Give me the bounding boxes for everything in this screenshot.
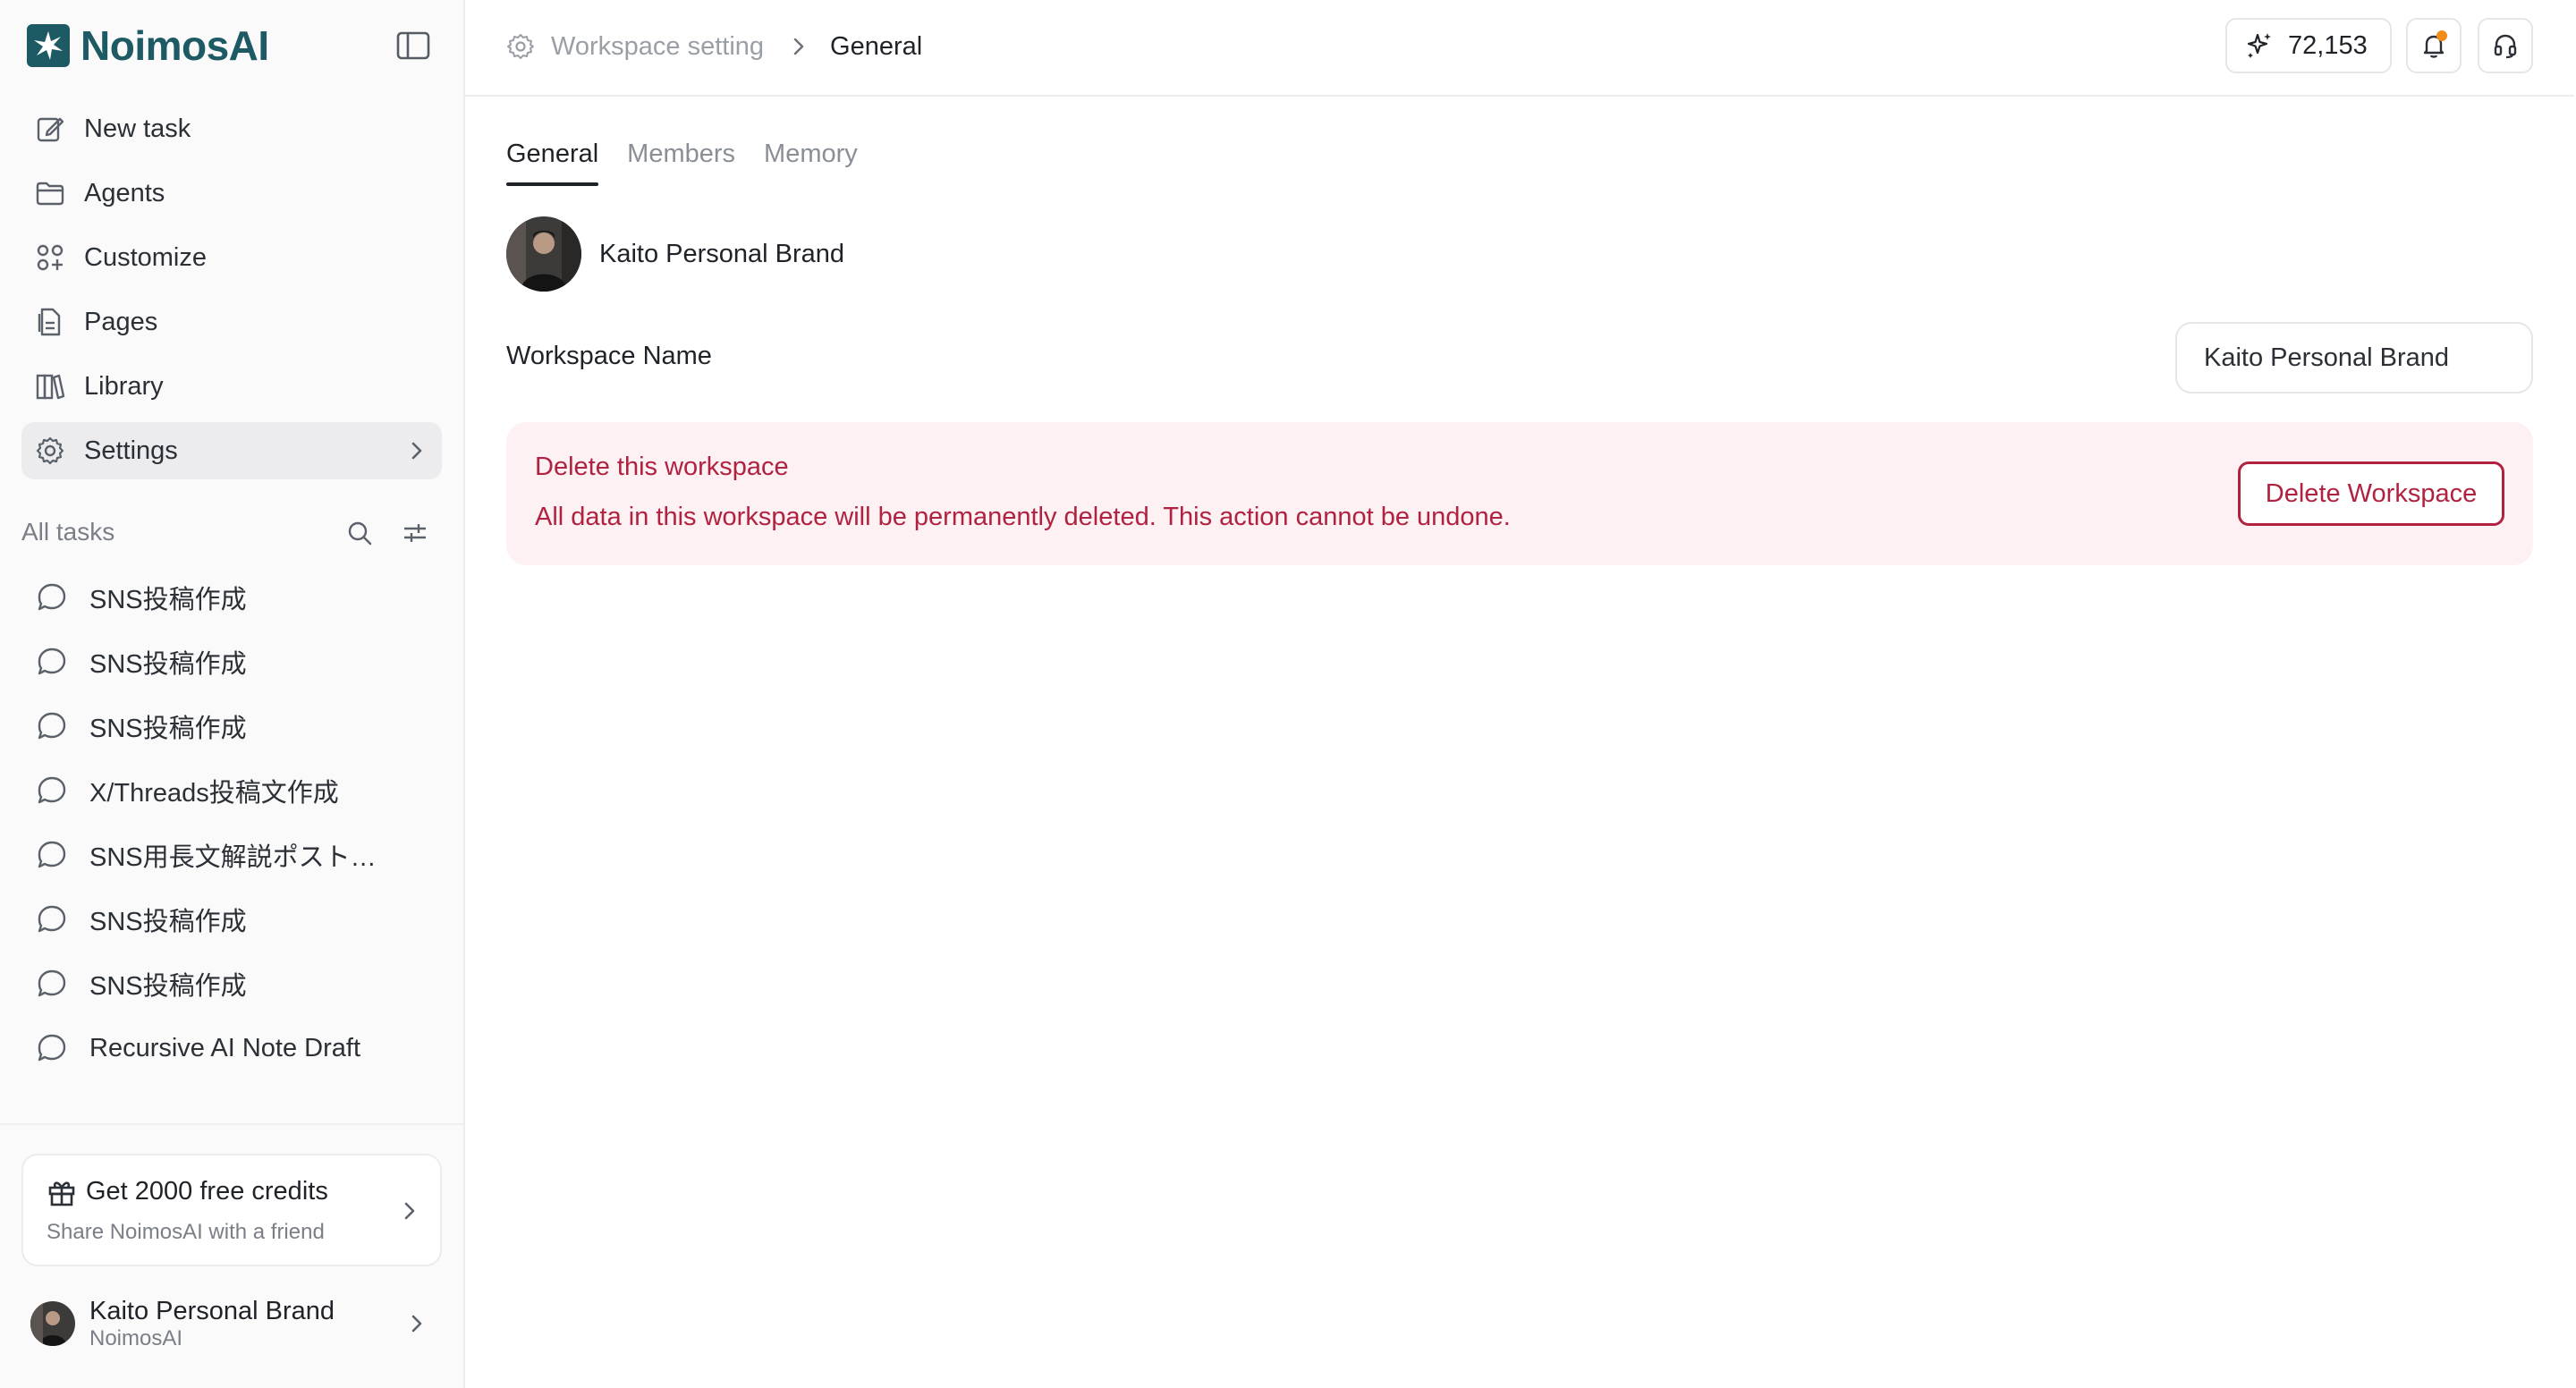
sidebar: NoimosAI New task Agents Customize Pages…	[0, 0, 465, 1388]
nav-item-library[interactable]: Library	[21, 358, 442, 415]
edit-icon	[34, 113, 66, 145]
nav-item-agents[interactable]: Agents	[21, 165, 442, 222]
chat-bubble-icon	[38, 1034, 66, 1062]
sidebar-toggle-icon[interactable]	[395, 30, 431, 61]
brand-name: NoimosAI	[80, 22, 269, 69]
nav-label: Library	[84, 371, 164, 401]
workspace-name-input[interactable]	[2175, 322, 2533, 394]
document-icon	[34, 306, 66, 338]
brand[interactable]: NoimosAI	[27, 21, 269, 70]
account-switcher[interactable]: Kaito Personal Brand NoimosAI	[21, 1288, 442, 1359]
notification-dot	[2436, 30, 2447, 41]
gear-icon	[34, 435, 66, 467]
chat-bubble-icon	[38, 841, 66, 868]
chat-bubble-icon	[38, 647, 66, 675]
chevron-right-icon	[404, 1202, 415, 1220]
task-item[interactable]: SNS投稿作成	[21, 694, 442, 758]
tab-members[interactable]: Members	[627, 140, 735, 186]
chat-bubble-icon	[38, 905, 66, 933]
sidebar-footer-divider	[0, 1123, 463, 1125]
breadcrumb: Workspace setting General	[506, 29, 922, 64]
chevron-right-icon	[411, 1315, 422, 1333]
grid-plus-icon	[34, 241, 66, 274]
top-bar: Workspace setting General 72,153	[465, 0, 2574, 97]
workspace-avatar[interactable]	[506, 216, 581, 292]
task-item[interactable]: Recursive AI Note Draft	[21, 1016, 442, 1080]
account-names: Kaito Personal Brand NoimosAI	[89, 1296, 335, 1351]
task-item[interactable]: SNS投稿作成	[21, 952, 442, 1016]
nav-item-settings[interactable]: Settings	[21, 422, 442, 479]
app-window: NoimosAI New task Agents Customize Pages…	[0, 0, 2576, 1388]
task-item[interactable]: SNS用長文解説ポストの作成	[21, 823, 442, 887]
referral-promo-card[interactable]: Get 2000 free credits Share NoimosAI wit…	[21, 1154, 442, 1266]
workspace-display-name: Kaito Personal Brand	[599, 239, 845, 268]
sparkle-icon	[2247, 33, 2271, 58]
task-item[interactable]: SNS投稿作成	[21, 887, 442, 952]
promo-title: Get 2000 free credits	[86, 1177, 328, 1206]
settings-tabs: General Members Memory	[506, 140, 886, 186]
promo-subtitle: Share NoimosAI with a friend	[47, 1220, 325, 1244]
search-icon[interactable]	[345, 519, 374, 547]
nav-label: Settings	[84, 436, 178, 465]
task-label: SNS投稿作成	[89, 650, 247, 679]
main-nav: New task Agents Customize Pages Library …	[21, 100, 442, 487]
danger-zone: Delete this workspace All data in this w…	[506, 422, 2533, 565]
tasks-header: All tasks	[21, 510, 442, 554]
breadcrumb-parent[interactable]: Workspace setting	[551, 32, 764, 62]
chevron-right-icon	[411, 442, 422, 460]
task-label: SNS投稿作成	[89, 586, 247, 614]
nav-item-pages[interactable]: Pages	[21, 293, 442, 351]
tasks-header-label: All tasks	[21, 518, 115, 546]
gift-icon	[48, 1181, 75, 1206]
delete-workspace-button[interactable]: Delete Workspace	[2238, 461, 2504, 526]
workspace-header: Kaito Personal Brand	[506, 216, 844, 292]
credits-button[interactable]: 72,153	[2225, 18, 2392, 73]
gear-icon	[507, 34, 534, 59]
danger-description: All data in this workspace will be perma…	[535, 503, 1511, 531]
nav-item-new-task[interactable]: New task	[21, 100, 442, 157]
task-item[interactable]: X/Threads投稿文作成	[21, 758, 442, 823]
task-item[interactable]: SNS投稿作成	[21, 630, 442, 694]
task-label: SNS投稿作成	[89, 972, 247, 1001]
tab-memory[interactable]: Memory	[764, 140, 858, 186]
breadcrumb-current: General	[830, 31, 923, 61]
workspace-name-label: Workspace Name	[506, 342, 712, 370]
avatar	[30, 1301, 75, 1346]
chevron-right-icon	[793, 38, 804, 55]
task-item[interactable]: SNS投稿作成	[21, 565, 442, 630]
chat-bubble-icon	[38, 583, 66, 611]
nav-label: Customize	[84, 242, 207, 272]
nav-label: New task	[84, 114, 191, 143]
tab-general[interactable]: General	[506, 140, 599, 186]
credits-value: 72,153	[2288, 30, 2368, 60]
task-label: SNS用長文解説ポストの作成	[89, 843, 394, 872]
filter-sliders-icon[interactable]	[401, 519, 429, 547]
task-label: X/Threads投稿文作成	[89, 779, 339, 808]
folder-icon	[34, 177, 66, 209]
main-content: Workspace setting General 72,153 General…	[465, 0, 2576, 1388]
task-label: SNS投稿作成	[89, 715, 247, 743]
task-label: Recursive AI Note Draft	[89, 1033, 360, 1062]
account-name: Kaito Personal Brand	[89, 1297, 335, 1325]
notifications-button[interactable]	[2406, 18, 2462, 73]
nav-item-customize[interactable]: Customize	[21, 229, 442, 286]
account-org: NoimosAI	[89, 1326, 183, 1350]
brand-logo-icon	[27, 24, 70, 67]
library-icon	[34, 370, 66, 402]
nav-label: Agents	[84, 178, 165, 207]
headset-icon	[2494, 34, 2517, 59]
task-label: SNS投稿作成	[89, 908, 247, 936]
chat-bubble-icon	[38, 776, 66, 804]
chat-bubble-icon	[38, 712, 66, 740]
chat-bubble-icon	[38, 969, 66, 997]
support-button[interactable]	[2478, 18, 2533, 73]
danger-title: Delete this workspace	[535, 453, 789, 481]
task-list: SNS投稿作成 SNS投稿作成 SNS投稿作成 X/Threads投稿文作成 S…	[21, 565, 442, 1080]
nav-label: Pages	[84, 307, 158, 336]
